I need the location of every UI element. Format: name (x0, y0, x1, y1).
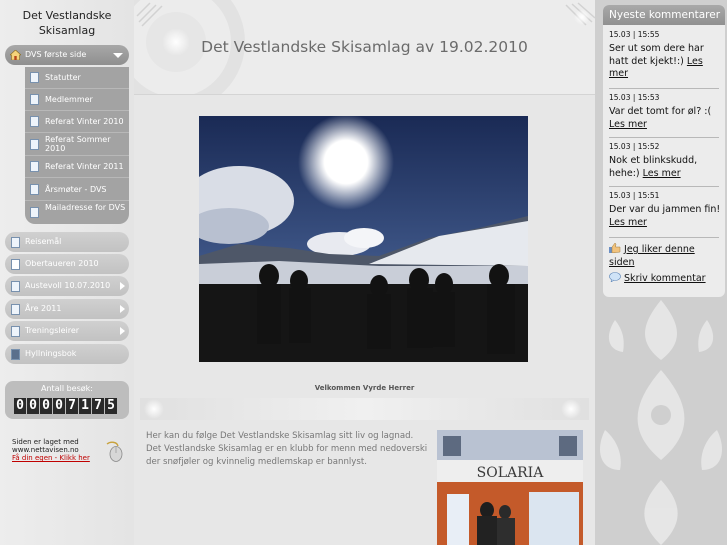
write-comment-button[interactable]: Skriv kommentar (609, 272, 706, 286)
page-header: Det Vestlandske Skisamlag av 19.02.2010 (134, 0, 595, 95)
solaria-photo[interactable]: SOLARIA (437, 430, 583, 545)
solaria-photo-image: SOLARIA (437, 430, 583, 545)
subnav-item-mailadresse[interactable]: Mailadresse for DVS (25, 201, 129, 224)
intro-text: Her kan du følge Det Vestlandske Skisaml… (146, 431, 428, 467)
chevron-right-icon[interactable] (120, 305, 125, 313)
comment-time: 15.03 | 15:53 (609, 93, 660, 102)
page-title: Det Vestlandske Skisamlag av 19.02.2010 (201, 38, 528, 56)
like-page-label: Jeg liker denne siden (609, 244, 695, 268)
comment-item: 15.03 | 15:51 Der var du jammen fin! Les… (609, 191, 721, 229)
site-title-line2: Skisamlag (38, 24, 96, 37)
comment-separator (609, 88, 719, 89)
ski-photo[interactable] (199, 116, 528, 362)
section-divider (140, 398, 589, 420)
nav-item-treningsleirer[interactable]: Treningsleirer (5, 321, 129, 341)
page-icon (30, 72, 39, 83)
comment-time: 15.03 | 15:55 (609, 30, 660, 39)
nav-item-label: Obertaueren 2010 (25, 259, 99, 268)
subnav-item-label: Statutter (45, 73, 81, 82)
thumbs-up-icon (609, 242, 621, 254)
divider-glow (144, 399, 581, 419)
counter-digit: 0 (14, 398, 26, 414)
comment-separator (609, 186, 719, 187)
subnav-item-referat-sommer-2010[interactable]: Referat Sommer 2010 (25, 133, 129, 156)
visit-counter: Antall besøk: 0 0 0 0 7 1 7 5 (5, 381, 129, 419)
counter-digits: 0 0 0 0 7 1 7 5 (14, 398, 117, 414)
comment-text: Var det tomt for øl? :( (609, 106, 712, 117)
subnav-item-label: Mailadresse for DVS (45, 203, 126, 212)
comment-item: 15.03 | 15:55 Ser ut som dere har hatt d… (609, 30, 721, 81)
home-icon (10, 50, 21, 60)
left-sidebar: Det Vestlandske Skisamlag DVS første sid… (0, 0, 134, 545)
nav-item-obertaueren-2010[interactable]: Obertaueren 2010 (5, 254, 129, 274)
site-title[interactable]: Det Vestlandske Skisamlag (0, 8, 134, 38)
book-icon (11, 349, 20, 360)
page-icon (11, 326, 20, 337)
photo-caption: Velkommen Vyrde Herrer (314, 384, 415, 392)
nav-item-label: Austevoll 10.07.2010 (25, 281, 111, 290)
comment-separator (609, 237, 719, 238)
comment-time: 15.03 | 15:52 (609, 142, 660, 151)
counter-digit: 0 (27, 398, 39, 414)
comment-item: 15.03 | 15:53 Var det tomt for øl? :( Le… (609, 93, 721, 131)
subnav-item-label: Referat Vinter 2010 (45, 117, 124, 126)
nav-item-reisemal[interactable]: Reisemål (5, 232, 129, 252)
subnav-item-arsmoter-dvs[interactable]: Årsmøter - DVS (25, 178, 129, 201)
subnav-item-label: Medlemmer (45, 95, 93, 104)
nav-item-label: DVS første side (25, 50, 87, 59)
nav-item-label: Treningsleirer (25, 326, 80, 335)
like-page-button[interactable]: Jeg liker denne siden (609, 242, 721, 269)
nav-item-dvs-forste-side[interactable]: DVS første side (5, 45, 129, 65)
subnav-item-label: Årsmøter - DVS (45, 185, 107, 194)
counter-digit: 7 (92, 398, 104, 414)
site-title-line1: Det Vestlandske (22, 9, 112, 22)
comment-text: Der var du jammen fin! (609, 204, 721, 215)
counter-digit: 7 (66, 398, 78, 414)
read-more-link[interactable]: Les mer (643, 168, 681, 179)
comment-item: 15.03 | 15:52 Nok et blinkskudd, hehe:) … (609, 142, 721, 180)
chevron-right-icon[interactable] (120, 282, 125, 290)
page-icon (11, 237, 20, 248)
chevron-right-icon[interactable] (120, 327, 125, 335)
comments-header: Nyeste kommentarer (603, 5, 725, 25)
counter-digit: 1 (79, 398, 91, 414)
page-icon (30, 184, 39, 195)
subnav-item-medlemmer[interactable]: Medlemmer (25, 89, 129, 111)
subnav-item-statutter[interactable]: Statutter (25, 67, 129, 89)
subnav-item-referat-vinter-2010[interactable]: Referat Vinter 2010 (25, 111, 129, 133)
counter-digit: 5 (105, 398, 117, 414)
counter-digit: 0 (53, 398, 65, 414)
write-comment-label: Skriv kommentar (624, 273, 706, 284)
subnav-item-referat-vinter-2011[interactable]: Referat Vinter 2011 (25, 156, 129, 178)
nav-item-hyllningsbok[interactable]: Hyllningsbok (5, 344, 129, 364)
mouse-icon (106, 441, 123, 462)
solaria-sign-text: SOLARIA (477, 465, 545, 481)
nav-item-are-2011[interactable]: Åre 2011 (5, 299, 129, 319)
page-icon (30, 207, 39, 218)
subnav-item-label: Referat Vinter 2011 (45, 162, 124, 171)
page-icon (11, 281, 20, 292)
nav-item-label: Hyllningsbok (25, 349, 77, 358)
page-icon (30, 161, 39, 172)
read-more-link[interactable]: Les mer (609, 217, 647, 228)
nav-item-austevoll[interactable]: Austevoll 10.07.2010 (5, 276, 129, 296)
counter-label: Antall besøk: (41, 384, 93, 393)
page-icon (30, 116, 39, 127)
nav-item-label: Åre 2011 (25, 304, 62, 313)
ski-photo-image (199, 116, 528, 362)
counter-digit: 0 (40, 398, 52, 414)
subnav-item-label: Referat Sommer 2010 (45, 135, 111, 153)
page-icon (11, 304, 20, 315)
page-icon (30, 94, 39, 105)
speech-bubble-icon (609, 272, 621, 283)
comment-separator (609, 137, 719, 138)
comment-time: 15.03 | 15:51 (609, 191, 660, 200)
read-more-link[interactable]: Les mer (609, 119, 647, 130)
page-icon (30, 139, 39, 150)
main-content: Det Vestlandske Skisamlag av 19.02.2010 (134, 0, 595, 545)
latest-comments-panel: Nyeste kommentarer 15.03 | 15:55 Ser ut … (603, 5, 725, 297)
nav-item-label: Reisemål (25, 237, 62, 246)
pages-icon (11, 259, 20, 270)
chevron-down-icon[interactable] (113, 53, 123, 58)
